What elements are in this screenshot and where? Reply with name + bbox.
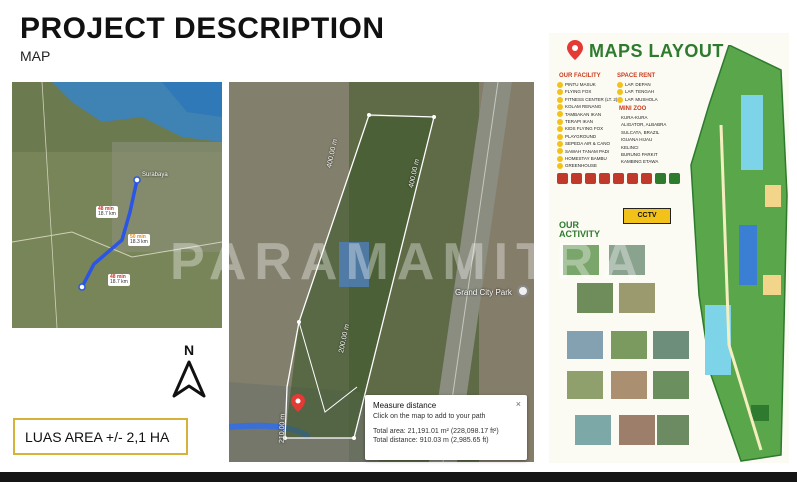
site-layout-plan (690, 45, 788, 462)
list-item: TERAPI IKAN (557, 118, 617, 125)
list-item: SEPEDA AIR & CANO (557, 140, 617, 148)
list-item: GREENHOUSE (557, 162, 617, 170)
measure-title: Measure distance (373, 401, 437, 410)
no-swim-icon (585, 173, 596, 184)
no-drink-icon (627, 173, 638, 184)
list-item: IGUANA HIJAU (621, 137, 653, 143)
measure-hint: Click on the map to add to your path (373, 413, 486, 420)
rules-signs (557, 173, 680, 184)
list-item: HOMESTAY BAMBU (557, 155, 617, 162)
exit-icon (669, 173, 680, 184)
measure-total-area: Total area: 21,191.01 m² (228,098.17 ft²… (373, 428, 499, 435)
facility-list: PINTU MASUK FLYING FOX FITNESS CENTER (L… (557, 81, 617, 170)
list-item: LAP. TENGAH (617, 88, 658, 96)
route-time-badge[interactable]: 48 min 18.7 km (96, 206, 118, 218)
mini-zoo-heading: MINI ZOO (619, 106, 647, 112)
north-arrow-icon (172, 360, 206, 398)
list-item: LAP. DEPAN (617, 81, 658, 88)
space-rent-list: LAP. DEPAN LAP. TENGAH LAP. MUSHOLA (617, 81, 658, 103)
list-item: SULCATA, BRAZIL (621, 129, 660, 135)
list-item: KURA-KURA (621, 115, 648, 120)
dimension-label: 210.00 m (278, 413, 287, 444)
page-title: PROJECT DESCRIPTION (20, 12, 385, 45)
city-label: Surabaya (142, 172, 168, 178)
mini-zoo-list: KURA-KURA ALIGATOR, ALBABRA SULCATA, BRA… (621, 114, 666, 166)
facility-heading: OUR FACILITY (559, 73, 601, 79)
list-item: PINTU MASUK (557, 81, 617, 88)
area-label: LUAS AREA +/- 2,1 HA (13, 418, 188, 455)
list-item: KELINCI (621, 144, 639, 150)
list-item: LAP. MUSHOLA (617, 96, 658, 103)
list-item: FITNESS CENTER (LT. 2) (557, 96, 617, 103)
no-food-icon (599, 173, 610, 184)
no-fire-icon (641, 173, 652, 184)
cctv-sign: CCTV (623, 208, 671, 224)
list-item: SAWAH TANAM PADI (557, 148, 617, 155)
watermark: PARAMAMITRA (170, 233, 647, 291)
no-smoking-icon (557, 173, 568, 184)
location-pin-icon[interactable] (291, 394, 305, 412)
no-pets-icon (571, 173, 582, 184)
no-litter-icon (613, 173, 624, 184)
space-rent-heading: SPACE RENT (617, 73, 656, 79)
page-subtitle: MAP (20, 48, 51, 64)
list-item: KIDS FLYING FOX (557, 125, 617, 133)
close-icon[interactable]: × (516, 399, 521, 409)
route-time-badge[interactable]: 50 min 18.3 km (128, 234, 150, 246)
footer-bar (0, 472, 797, 482)
measure-distance-panel[interactable]: × Measure distance Click on the map to a… (365, 395, 527, 460)
list-item: KAMBING ETAWA (621, 159, 659, 165)
list-item: KOLAM RENANG (557, 103, 617, 111)
map-pin-icon (567, 40, 583, 60)
info-icon (655, 173, 666, 184)
list-item: BURUNG PARKIT (621, 152, 658, 158)
list-item: PLAYGROUND (557, 133, 617, 140)
route-time-badge[interactable]: 48 min 18.7 km (108, 274, 130, 286)
list-item: FLYING FOX (557, 88, 617, 96)
measure-total-distance: Total distance: 910.03 m (2,985.65 ft) (373, 437, 489, 444)
list-item: TAMBAKAN IKAN (557, 111, 617, 118)
list-item: ALIGATOR, ALBABRA (621, 122, 667, 128)
